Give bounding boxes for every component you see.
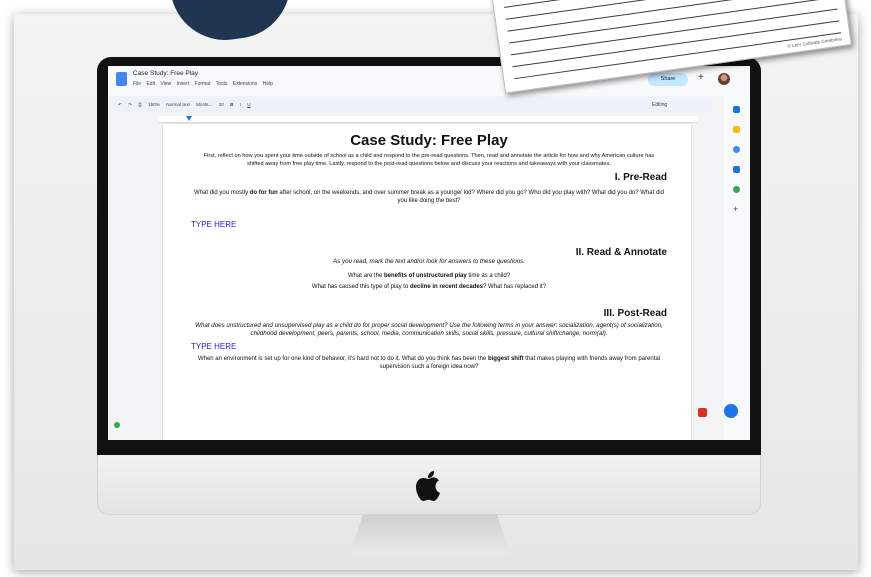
maps-icon[interactable]: [733, 186, 740, 193]
tasks-icon[interactable]: [733, 146, 740, 153]
formatting-toolbar: ↶ ↷ ⎙ 150% Normal text Monts... 20 B I U…: [112, 98, 712, 112]
type-here-field[interactable]: TYPE HERE: [191, 342, 667, 351]
contacts-icon[interactable]: [733, 166, 740, 173]
imac-stand: [350, 515, 510, 555]
side-panel: +: [724, 96, 750, 440]
keep-icon[interactable]: [733, 126, 740, 133]
zoom-select[interactable]: 150%: [148, 102, 160, 107]
explore-icon[interactable]: [114, 422, 120, 428]
menu-tools[interactable]: Tools: [216, 81, 228, 87]
doc-title[interactable]: Case Study: Free Play: [133, 70, 198, 77]
menu-format[interactable]: Format: [195, 81, 211, 87]
undo-icon[interactable]: ↶: [118, 102, 122, 107]
style-select[interactable]: Normal text: [166, 102, 190, 107]
read-question-1: What are the benefits of unstructured pl…: [347, 272, 511, 279]
read-question-2: What has caused this type of play to dec…: [311, 284, 547, 291]
section-heading-pre-read: I. Pre-Read: [614, 172, 667, 183]
read-instruction: As you read, mark the text and/or look f…: [333, 257, 525, 265]
indent-marker[interactable]: [186, 116, 192, 121]
section-heading-read-annotate: II. Read & Annotate: [575, 246, 667, 258]
menu-insert[interactable]: Insert: [177, 81, 190, 87]
document-page[interactable]: Case Study: Free Play First, reflect on …: [163, 124, 691, 440]
post-read-instruction: What does unstructured and unsupervised …: [195, 321, 663, 337]
docs-icon[interactable]: [116, 72, 127, 86]
docs-window: Case Study: Free Play File Edit View Ins…: [108, 66, 750, 440]
redo-icon[interactable]: ↷: [128, 102, 132, 107]
menu-edit[interactable]: Edit: [146, 81, 155, 87]
decorative-shape: [170, 0, 298, 48]
font-select[interactable]: Monts...: [196, 102, 212, 107]
bold-icon[interactable]: B: [230, 102, 233, 107]
menu-help[interactable]: Help: [263, 81, 273, 87]
document-title: Case Study: Free Play: [350, 132, 508, 149]
menu-bar: File Edit View Insert Format Tools Exten…: [133, 81, 277, 87]
share-button[interactable]: Share: [648, 73, 688, 86]
avatar[interactable]: [718, 73, 730, 85]
type-here-field[interactable]: TYPE HERE: [191, 220, 667, 229]
calendar-icon[interactable]: [733, 106, 740, 113]
intro-paragraph: First, reflect on how you spent your tim…: [203, 153, 655, 167]
menu-extensions[interactable]: Extensions: [233, 81, 257, 87]
plus-icon[interactable]: +: [698, 72, 704, 83]
ruler[interactable]: [158, 116, 698, 123]
pre-read-question: What did you mostly do for fun after sch…: [194, 190, 664, 205]
add-addon-icon[interactable]: +: [733, 205, 740, 214]
menu-view[interactable]: View: [160, 81, 171, 87]
imac-chin: [97, 455, 761, 515]
underline-icon[interactable]: U: [247, 102, 250, 107]
post-read-question: When an environment is set up for one ki…: [197, 355, 661, 371]
section-heading-post-read: III. Post-Read: [603, 307, 667, 319]
italic-icon[interactable]: I: [240, 102, 241, 107]
font-size-input[interactable]: 20: [219, 102, 224, 107]
notification-icon[interactable]: [698, 408, 707, 417]
menu-file[interactable]: File: [133, 81, 141, 87]
editing-mode[interactable]: Editing: [652, 98, 667, 112]
print-icon[interactable]: ⎙: [138, 102, 142, 107]
apple-logo-icon: [416, 471, 440, 501]
gemini-icon[interactable]: [724, 404, 738, 418]
